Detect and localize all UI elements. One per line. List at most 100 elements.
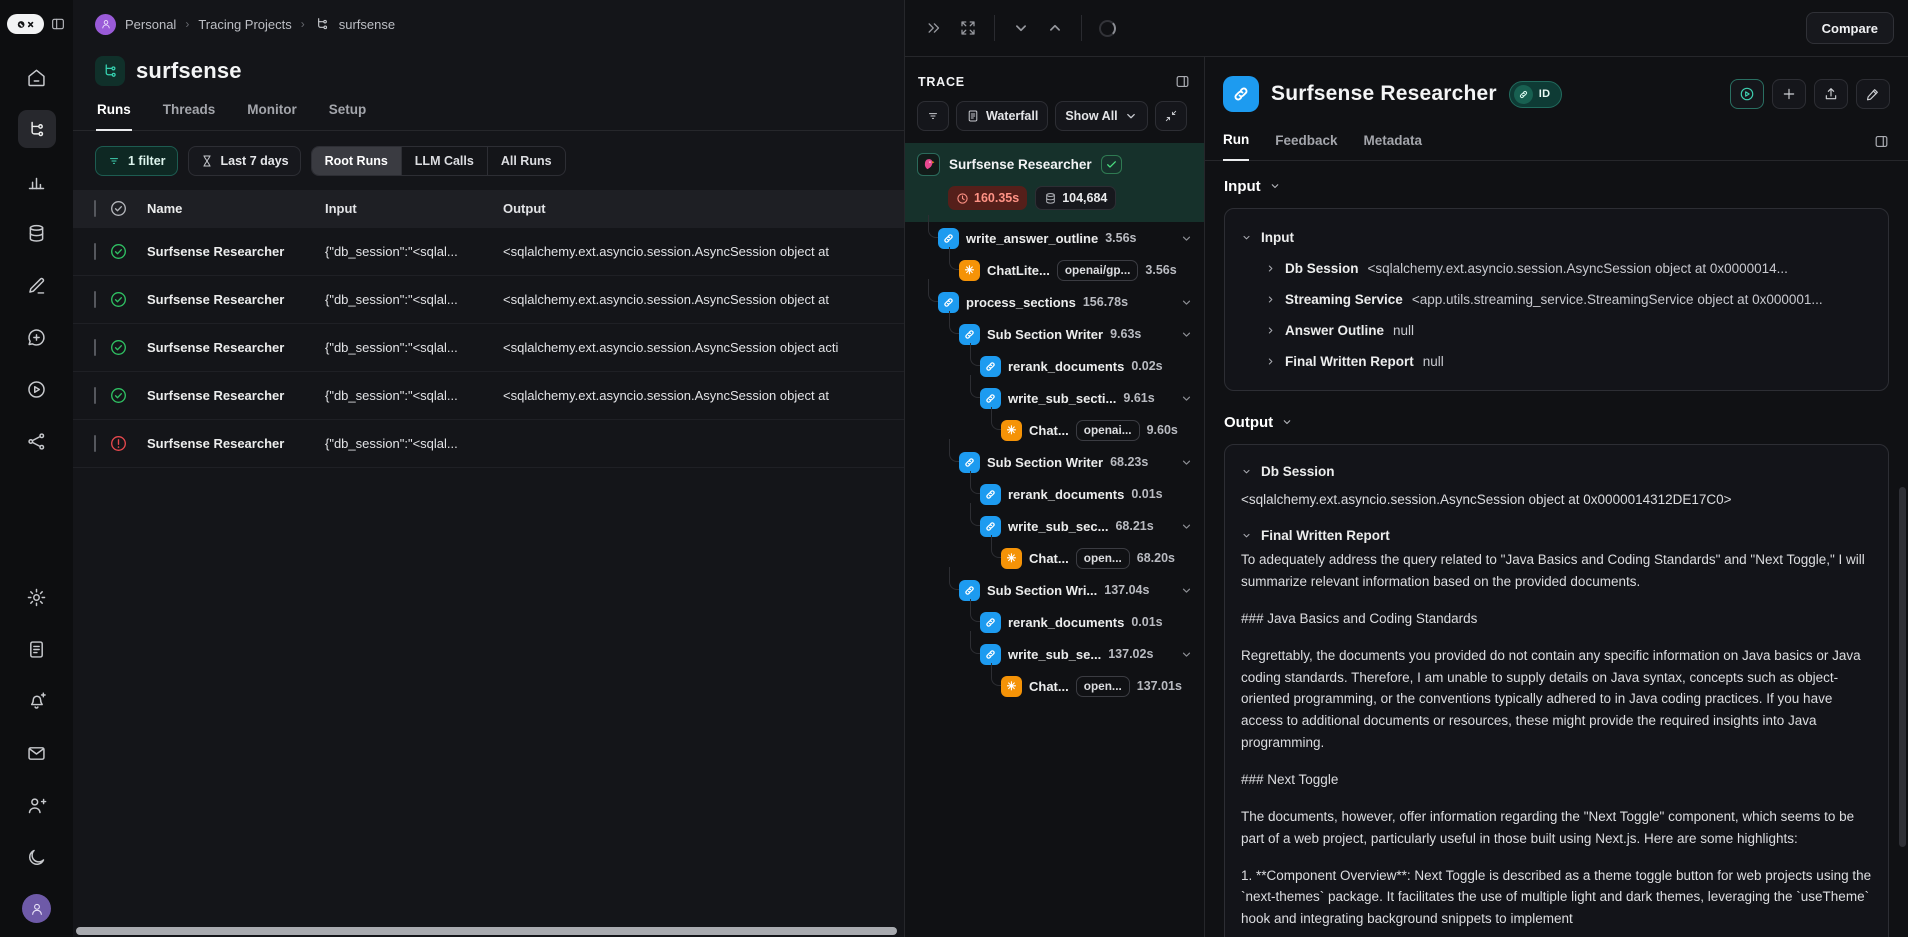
row-checkbox[interactable] [94,339,96,356]
date-range-button[interactable]: Last 7 days [188,146,301,176]
row-checkbox[interactable] [94,387,96,404]
input-root-row[interactable]: Input [1241,222,1872,253]
input-field-row[interactable]: Final Written Report null [1241,346,1872,377]
trace-root-node[interactable]: Surfsense Researcher 160.35s 104,684 [905,143,1204,222]
segment-root-runs[interactable]: Root Runs [312,147,402,175]
chevron-down-icon[interactable] [1180,392,1193,405]
chevron-down-icon[interactable] [1180,296,1193,309]
sidebar-item-home[interactable] [18,58,56,96]
sidebar-item-monitoring[interactable] [18,162,56,200]
sidebar-item-docs[interactable] [18,630,56,668]
tab-run[interactable]: Run [1223,132,1249,161]
breadcrumb-personal[interactable]: Personal [125,17,176,32]
breadcrumb-project[interactable]: surfsense [339,17,395,32]
row-checkbox[interactable] [94,435,96,452]
sidebar-item-settings[interactable] [18,578,56,616]
open-in-playground-button[interactable] [1730,79,1764,109]
trace-node[interactable]: write_sub_sec... 68.21s [905,510,1204,542]
annotate-button[interactable] [1856,79,1890,109]
segment-llm-calls[interactable]: LLM Calls [402,147,488,175]
sidebar-item-prompts[interactable] [18,318,56,356]
expand-fullscreen-button[interactable] [953,13,983,43]
previous-run-button[interactable] [1040,13,1070,43]
add-to-dataset-button[interactable] [1772,79,1806,109]
input-field-row[interactable]: Answer Outline null [1241,315,1872,346]
run-name[interactable]: Surfsense Researcher [147,436,325,451]
sidebar-item-datasets[interactable] [18,214,56,252]
waterfall-button[interactable]: Waterfall [956,101,1048,131]
collapse-tree-button[interactable] [1155,101,1187,131]
sidebar-item-annotation[interactable] [18,266,56,304]
collapse-panel-button[interactable] [919,13,949,43]
column-header-output[interactable]: Output [503,201,904,216]
trace-node[interactable]: write_sub_secti... 9.61s [905,382,1204,414]
row-checkbox[interactable] [94,291,96,308]
run-name[interactable]: Surfsense Researcher [147,340,325,355]
chevron-down-icon [1241,232,1252,243]
trace-node[interactable]: rerank_documents 0.01s [905,606,1204,638]
horizontal-scrollbar[interactable] [76,927,897,935]
trace-node[interactable]: Sub Section Writer 68.23s [905,446,1204,478]
table-row[interactable]: Surfsense Researcher {"db_session":"<sql… [73,228,904,276]
chevron-down-icon[interactable] [1180,520,1193,533]
table-row[interactable]: Surfsense Researcher {"db_session":"<sql… [73,372,904,420]
column-header-name[interactable]: Name [147,201,325,216]
sidebar-item-invite[interactable] [18,786,56,824]
compare-button[interactable]: Compare [1806,12,1894,44]
segment-all-runs[interactable]: All Runs [488,147,565,175]
chevron-down-icon[interactable] [1180,328,1193,341]
sidebar-item-tracing[interactable] [18,110,56,148]
sidebar-item-mail[interactable] [18,734,56,772]
share-run-button[interactable] [1814,79,1848,109]
next-run-button[interactable] [1006,13,1036,43]
theme-toggle[interactable] [18,838,56,876]
chevron-down-icon[interactable] [1180,456,1193,469]
run-name[interactable]: Surfsense Researcher [147,244,325,259]
sidebar-item-playground[interactable] [18,370,56,408]
input-field-row[interactable]: Db Session <sqlalchemy.ext.asyncio.sessi… [1241,253,1872,284]
table-row[interactable]: Surfsense Researcher {"db_session":"<sql… [73,420,904,468]
tab-monitor[interactable]: Monitor [246,102,298,130]
vertical-scrollbar[interactable] [1899,487,1906,847]
chevron-down-icon[interactable] [1180,648,1193,661]
row-checkbox[interactable] [94,243,96,260]
tab-threads[interactable]: Threads [162,102,217,130]
input-field-row[interactable]: Streaming Service <app.utils.streaming_s… [1241,284,1872,315]
tab-setup[interactable]: Setup [328,102,368,130]
tab-feedback[interactable]: Feedback [1275,133,1337,160]
sidebar-toggle-icon[interactable] [50,16,66,32]
output-field-row[interactable]: Final Written Report [1241,522,1872,549]
sidebar-item-deployments[interactable] [18,422,56,460]
run-name[interactable]: Surfsense Researcher [147,388,325,403]
run-id-pill[interactable]: ID [1509,81,1563,108]
filter-count-button[interactable]: 1 filter [95,146,178,176]
trace-node[interactable]: ✳ Chat... open... 137.01s [905,670,1204,702]
trace-node[interactable]: rerank_documents 0.01s [905,478,1204,510]
input-section-header[interactable]: Input [1224,178,1889,195]
column-header-input[interactable]: Input [325,201,503,216]
langsmith-logo[interactable] [7,14,44,34]
output-section-header[interactable]: Output [1224,414,1889,431]
trace-node[interactable]: Sub Section Wri... 137.04s [905,574,1204,606]
user-avatar[interactable] [22,894,51,923]
chevron-down-icon[interactable] [1180,232,1193,245]
tab-metadata[interactable]: Metadata [1364,133,1423,160]
trace-node[interactable]: rerank_documents 0.02s [905,350,1204,382]
table-row[interactable]: Surfsense Researcher {"db_session":"<sql… [73,276,904,324]
run-name[interactable]: Surfsense Researcher [147,292,325,307]
table-row[interactable]: Surfsense Researcher {"db_session":"<sql… [73,324,904,372]
select-all-checkbox[interactable] [94,200,96,217]
split-view-icon[interactable] [1174,73,1191,90]
trace-node[interactable]: Sub Section Writer 9.63s [905,318,1204,350]
chevron-down-icon[interactable] [1180,584,1193,597]
output-field-row[interactable]: Db Session [1241,458,1872,485]
sidebar-item-notifications[interactable] [18,682,56,720]
workspace-avatar[interactable] [95,14,116,35]
show-all-dropdown[interactable]: Show All [1055,101,1147,131]
trace-filter-button[interactable] [917,101,949,131]
trace-node[interactable]: write_sub_se... 137.02s [905,638,1204,670]
trace-node[interactable]: ✳ ChatLite... openai/gp... 3.56s [905,254,1204,286]
split-view-icon[interactable] [1873,133,1890,150]
breadcrumb-tracing-projects[interactable]: Tracing Projects [198,17,291,32]
tab-runs[interactable]: Runs [96,102,132,131]
